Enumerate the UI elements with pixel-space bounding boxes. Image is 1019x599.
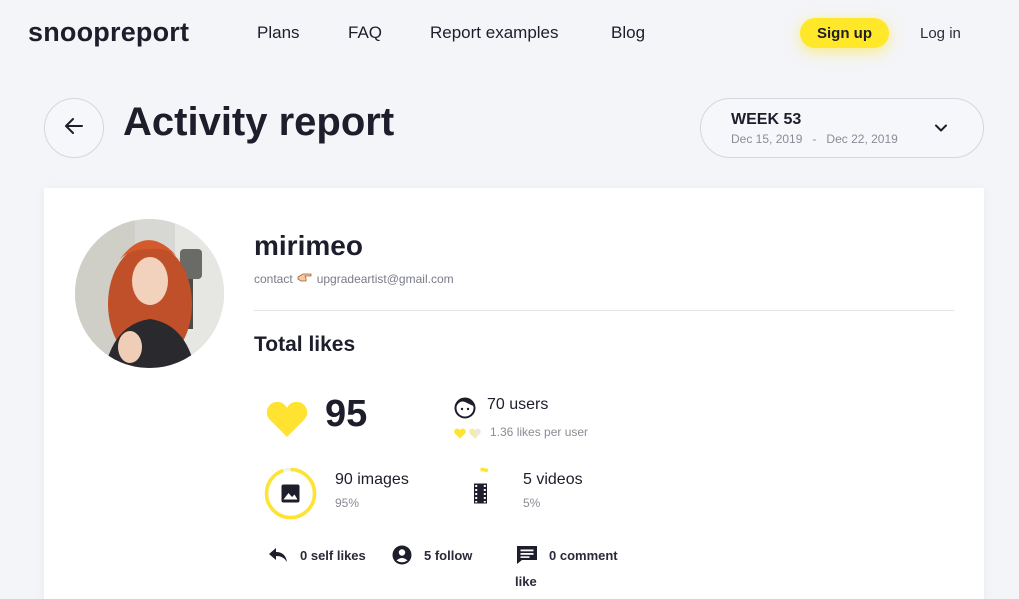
partial-heart-icon [469,426,481,444]
chevron-down-icon[interactable] [934,121,948,140]
logo[interactable]: snoopreport [28,17,189,48]
total-likes-count: 95 [325,393,368,435]
week-date-range: Dec 15, 2019 - Dec 22, 2019 [731,132,898,146]
self-likes-count: 0 self likes [300,548,366,563]
follow-likes-count: 5 follow [424,548,473,563]
heart-icon [454,426,466,444]
report-card: mirimeo contact upgradeartist@gmail.com … [44,188,984,599]
log-in-link[interactable]: Log in [920,25,961,42]
images-progress-ring [264,467,317,525]
avatar [75,219,224,368]
comment-likes-count: 0 comment [549,548,618,563]
comment-icon [516,545,538,570]
comment-likes-count-suffix: like [515,574,537,589]
videos-progress-ring [454,467,507,525]
contact-label: contact [254,271,293,286]
film-icon [474,483,487,504]
page-title: Activity report [123,100,395,144]
username: mirimeo [254,230,363,261]
reply-arrow-icon [268,547,288,568]
contact-info: contact upgradeartist@gmail.com [254,271,454,286]
arrow-left-icon [65,117,83,139]
image-icon [281,484,300,503]
week-end-date: Dec 22, 2019 [826,132,898,146]
likes-per-user: 1.36 likes per user [490,425,589,439]
user-face-icon [454,397,476,424]
week-start-date: Dec 15, 2019 [731,132,803,146]
users-count: 70 users [487,396,549,413]
divider [254,310,954,311]
week-date-separator: - [812,132,817,146]
nav-faq[interactable]: FAQ [348,23,382,43]
videos-count: 5 videos [523,471,583,488]
nav-blog[interactable]: Blog [611,23,645,43]
week-selector[interactable]: WEEK 53 Dec 15, 2019 - Dec 22, 2019 [700,98,984,158]
nav-plans[interactable]: Plans [257,23,300,43]
section-title-total-likes: Total likes [254,333,356,356]
videos-percent: 5% [523,496,541,510]
heart-icon [266,400,308,443]
week-label: WEEK 53 [731,111,802,128]
contact-email[interactable]: upgradeartist@gmail.com [317,272,454,286]
back-button[interactable] [44,98,104,158]
nav-report-examples[interactable]: Report examples [430,23,559,43]
likes-per-user-hearts [454,426,481,444]
sign-up-button[interactable]: Sign up [800,18,889,48]
images-percent: 95% [335,496,360,510]
top-navigation: snoopreport Plans FAQ Report examples Bl… [0,0,1019,68]
account-circle-icon [392,545,412,570]
pointing-hand-icon [297,271,313,286]
images-count: 90 images [335,471,409,488]
